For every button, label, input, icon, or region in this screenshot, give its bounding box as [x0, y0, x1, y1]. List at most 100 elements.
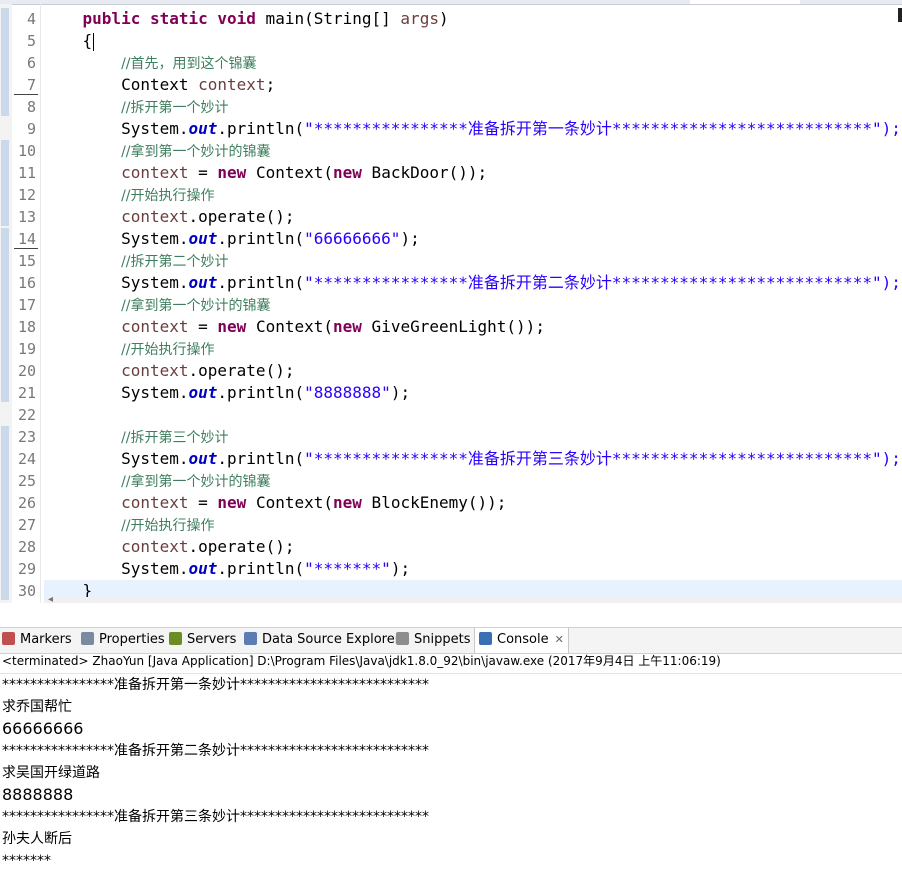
code-line: System.out.println("****************准备拆开… [44, 448, 902, 470]
annotation-ruler [0, 4, 12, 603]
code-token: .println( [217, 559, 305, 578]
code-line: //首先，用到这个锦囊 [44, 52, 902, 74]
code-token: new [217, 493, 247, 512]
code-line: context = new Context(new BackDoor()); [44, 162, 902, 184]
code-line: System.out.println("****************准备拆开… [44, 118, 902, 140]
code-line: context.operate(); [44, 206, 902, 228]
code-line: System.out.println("*******"); [44, 558, 902, 580]
code-token: new [333, 163, 362, 182]
code-token: BackDoor()); [361, 163, 488, 182]
console-line: 8888888 [2, 785, 74, 804]
tab-properties[interactable]: Properties [81, 628, 165, 653]
active-editor-tab[interactable] [690, 0, 800, 4]
code-token: context [121, 361, 189, 380]
code-editor[interactable]: 4 5 6 7 8 9 10 11 12 13 14 15 16 17 18 19 20 21 22 23 24 25 26… [0, 0, 902, 603]
code-token: ); [390, 383, 411, 402]
code-line: context.operate(); [44, 360, 902, 382]
database-icon [244, 632, 257, 645]
code-line: //拆开第三个妙计 [44, 426, 902, 448]
line-number: 11 [17, 164, 36, 182]
line-number: 21 [17, 384, 36, 402]
code-token: context [198, 75, 266, 94]
line-number: 8 [26, 98, 36, 116]
tab-label: Console [497, 632, 549, 647]
code-line: context = new Context(new GiveGreenLight… [44, 316, 902, 338]
code-token: ) [438, 9, 449, 28]
change-marker [1, 426, 9, 600]
code-token: .println( [217, 449, 305, 468]
code-token: //拿到第一个妙计的锦囊 [121, 144, 271, 160]
code-token: ); [390, 559, 411, 578]
change-marker [1, 8, 9, 116]
scroll-left-icon[interactable]: ◂ [48, 594, 53, 603]
code-area[interactable]: public static void main(String[] args) {… [44, 8, 902, 602]
console-output[interactable]: ****************准备拆开第一条妙计***************… [0, 673, 902, 872]
code-token: "66666666" [304, 229, 401, 248]
code-token: BlockEnemy()); [361, 493, 507, 512]
code-token: .println( [217, 229, 305, 248]
code-token: = [188, 163, 218, 182]
change-marker [1, 228, 9, 402]
change-marker [1, 140, 9, 226]
bottom-panel-tabs: Markers Properties Servers Data Source Expl… [0, 627, 902, 654]
gutter-separator [40, 4, 41, 603]
horizontal-scrollbar[interactable]: ◂ [44, 594, 902, 603]
line-number: 23 [17, 428, 36, 446]
code-token: GiveGreenLight()); [361, 317, 545, 336]
code-token: context [121, 537, 189, 556]
code-token: System. [44, 229, 189, 248]
code-token: //拿到第一个妙计的锦囊 [121, 298, 271, 314]
code-token: //开始执行操作 [121, 342, 215, 358]
line-number: 14 [12, 228, 38, 250]
line-number: 18 [17, 318, 36, 336]
code-token: //拿到第一个妙计的锦囊 [121, 474, 271, 490]
tab-data-source-explorer[interactable]: Data Source Explorer [244, 628, 400, 653]
code-line: System.out.println("****************准备拆开… [44, 272, 902, 294]
snippets-icon [396, 632, 409, 645]
line-number: 26 [17, 494, 36, 512]
code-line: System.out.println("8888888"); [44, 382, 902, 404]
line-number: 13 [17, 208, 36, 226]
code-token: = [188, 317, 218, 336]
line-number: 24 [17, 450, 36, 468]
close-icon[interactable]: ✕ [555, 633, 564, 646]
code-line: context.operate(); [44, 536, 902, 558]
code-line: //拿到第一个妙计的锦囊 [44, 294, 902, 316]
tab-servers[interactable]: Servers [169, 628, 236, 653]
console-line: ****************准备拆开第三条妙计***************… [2, 809, 429, 825]
code-token: System. [44, 559, 189, 578]
code-token: out [188, 273, 218, 292]
code-token: //开始执行操作 [121, 518, 215, 534]
tab-markers[interactable]: Markers [2, 628, 72, 653]
line-number: 5 [26, 32, 36, 50]
code-token: "*******" [304, 559, 391, 578]
line-number: 30 [17, 582, 36, 600]
console-status-line: <terminated> ZhaoYun [Java Application] … [2, 654, 721, 668]
line-number: 27 [17, 516, 36, 534]
code-token: "8888888" [304, 383, 391, 402]
code-token: { [44, 31, 93, 50]
code-token: new [217, 163, 247, 182]
code-token: .println( [217, 119, 305, 138]
tab-label: Data Source Explorer [262, 632, 401, 647]
code-token: out [188, 229, 218, 248]
code-token: out [188, 383, 218, 402]
code-token: context [121, 163, 189, 182]
code-line: //拆开第二个妙计 [44, 250, 902, 272]
line-number: 19 [17, 340, 36, 358]
tab-console[interactable]: Console ✕ [474, 628, 569, 653]
overview-ruler-marker [898, 8, 902, 22]
code-token: //开始执行操作 [121, 188, 215, 204]
line-number: 7 [12, 74, 38, 96]
tab-snippets[interactable]: Snippets [396, 628, 470, 653]
editor-tab-strip [0, 0, 902, 5]
